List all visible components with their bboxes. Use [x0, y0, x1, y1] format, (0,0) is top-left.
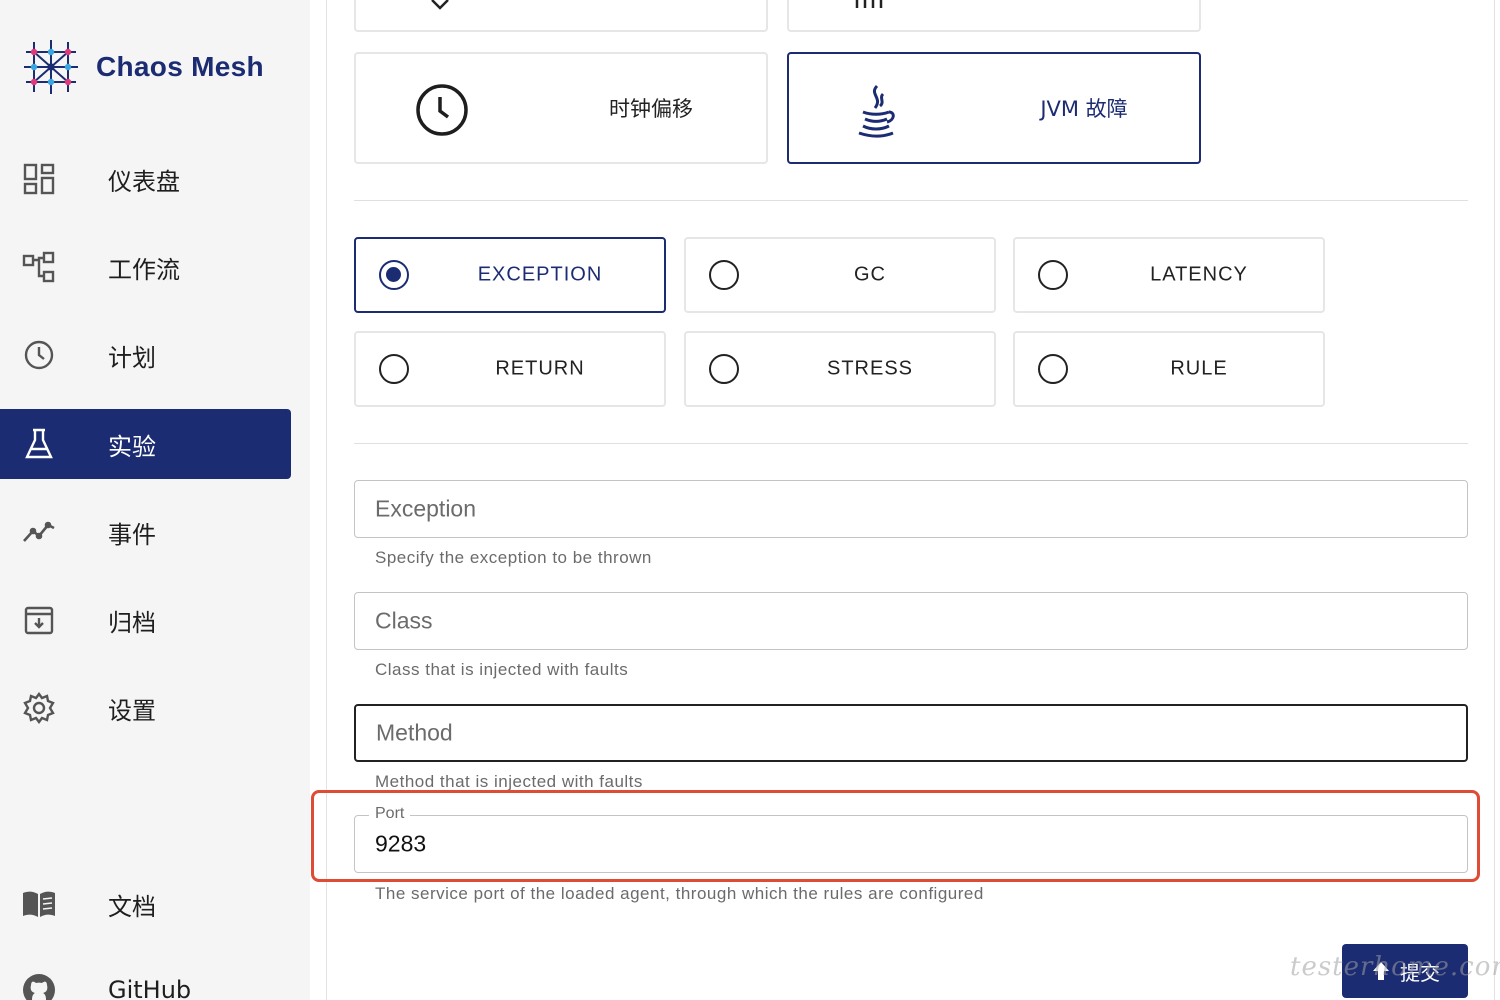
sidebar-item-label: 文档 — [108, 892, 156, 921]
sidebar-item-label: 归档 — [108, 608, 156, 637]
sidebar-item-experiment[interactable]: 实验 — [0, 409, 291, 479]
fault-type-card-jvm[interactable]: JVM 故障 — [787, 52, 1201, 164]
fault-type-card-time-skew[interactable]: 时钟偏移 — [354, 52, 768, 164]
method-input[interactable]: Method — [354, 704, 1468, 762]
method-placeholder: Method — [376, 719, 453, 746]
fault-type-label: 时钟偏移 — [609, 97, 693, 121]
action-radio-exception[interactable]: EXCEPTION — [354, 237, 666, 313]
sidebar-item-label: 设置 — [108, 696, 156, 725]
action-radio-return[interactable]: RETURN — [354, 331, 666, 407]
right-divider — [1494, 0, 1495, 1000]
action-radio-gc[interactable]: GC — [684, 237, 996, 313]
docs-book-icon — [23, 891, 55, 917]
class-helper-text: Class that is injected with faults — [375, 660, 629, 679]
exception-placeholder: Exception — [375, 495, 477, 522]
sidebar-item-workflow[interactable]: 工作流 — [0, 232, 291, 302]
archive-icon — [24, 606, 54, 635]
class-input[interactable]: Class — [354, 592, 1468, 650]
fault-type-card-offscreen-1[interactable] — [354, 0, 768, 32]
exception-input[interactable]: Exception — [354, 480, 1468, 538]
action-radio-label: GC — [854, 263, 886, 286]
settings-gear-icon — [23, 692, 55, 724]
sidebar-item-label: 事件 — [108, 520, 156, 549]
dashboard-icon — [23, 163, 55, 195]
radio-unchecked-icon — [1038, 354, 1068, 384]
server-icon — [855, 0, 883, 8]
class-placeholder: Class — [375, 607, 433, 634]
action-radio-rule[interactable]: RULE — [1013, 331, 1325, 407]
exception-helper-text: Specify the exception to be thrown — [375, 548, 652, 567]
action-radio-stress[interactable]: STRESS — [684, 331, 996, 407]
action-radio-label: STRESS — [826, 357, 914, 380]
radio-unchecked-icon — [1038, 260, 1068, 290]
section-divider — [354, 443, 1468, 444]
shield-icon — [431, 0, 449, 10]
events-chart-icon — [23, 521, 55, 542]
fault-type-label: JVM 故障 — [1040, 97, 1128, 121]
chaos-mesh-logo-icon — [24, 40, 78, 94]
method-helper-text: Method that is injected with faults — [375, 772, 643, 791]
sidebar-item-events[interactable]: 事件 — [0, 497, 291, 567]
action-radio-label: RULE — [1170, 357, 1228, 380]
action-radio-label: EXCEPTION — [477, 263, 603, 286]
clock-icon — [416, 84, 468, 136]
annotation-highlight-box — [311, 790, 1480, 882]
action-radio-label: RETURN — [495, 357, 585, 380]
action-radio-label: LATENCY — [1150, 263, 1248, 286]
java-icon — [858, 84, 895, 138]
radio-unchecked-icon — [379, 354, 409, 384]
schedule-icon — [24, 340, 54, 370]
workflow-icon — [22, 251, 55, 283]
sidebar: Chaos Mesh 仪表盘 工作流 计划 实验 事件 归档 设置 文档 Git… — [0, 0, 310, 1000]
sidebar-item-dashboard[interactable]: 仪表盘 — [0, 144, 291, 214]
brand-name: Chaos Mesh — [96, 51, 264, 82]
radio-unchecked-icon — [709, 354, 739, 384]
sidebar-item-label: 实验 — [108, 432, 156, 461]
github-icon — [23, 974, 55, 1000]
brand[interactable]: Chaos Mesh — [18, 34, 264, 100]
watermark: testerhome.com — [1290, 952, 1500, 982]
sidebar-item-label: 工作流 — [108, 255, 180, 284]
sidebar-item-label: 计划 — [108, 343, 156, 372]
experiment-flask-icon — [25, 428, 53, 459]
section-divider — [354, 200, 1468, 201]
port-helper-text: The service port of the loaded agent, th… — [375, 884, 984, 903]
sidebar-item-label: GitHub — [108, 976, 192, 1000]
radio-checked-icon — [379, 260, 409, 290]
sidebar-item-schedule[interactable]: 计划 — [0, 320, 291, 390]
sidebar-item-docs[interactable]: 文档 — [0, 869, 291, 939]
sidebar-item-github[interactable]: GitHub — [0, 955, 291, 1000]
action-radio-latency[interactable]: LATENCY — [1013, 237, 1325, 313]
sidebar-item-settings[interactable]: 设置 — [0, 673, 291, 743]
fault-type-card-offscreen-2[interactable] — [787, 0, 1201, 32]
sidebar-item-label: 仪表盘 — [108, 167, 180, 196]
radio-unchecked-icon — [709, 260, 739, 290]
sidebar-item-archive[interactable]: 归档 — [0, 585, 291, 655]
